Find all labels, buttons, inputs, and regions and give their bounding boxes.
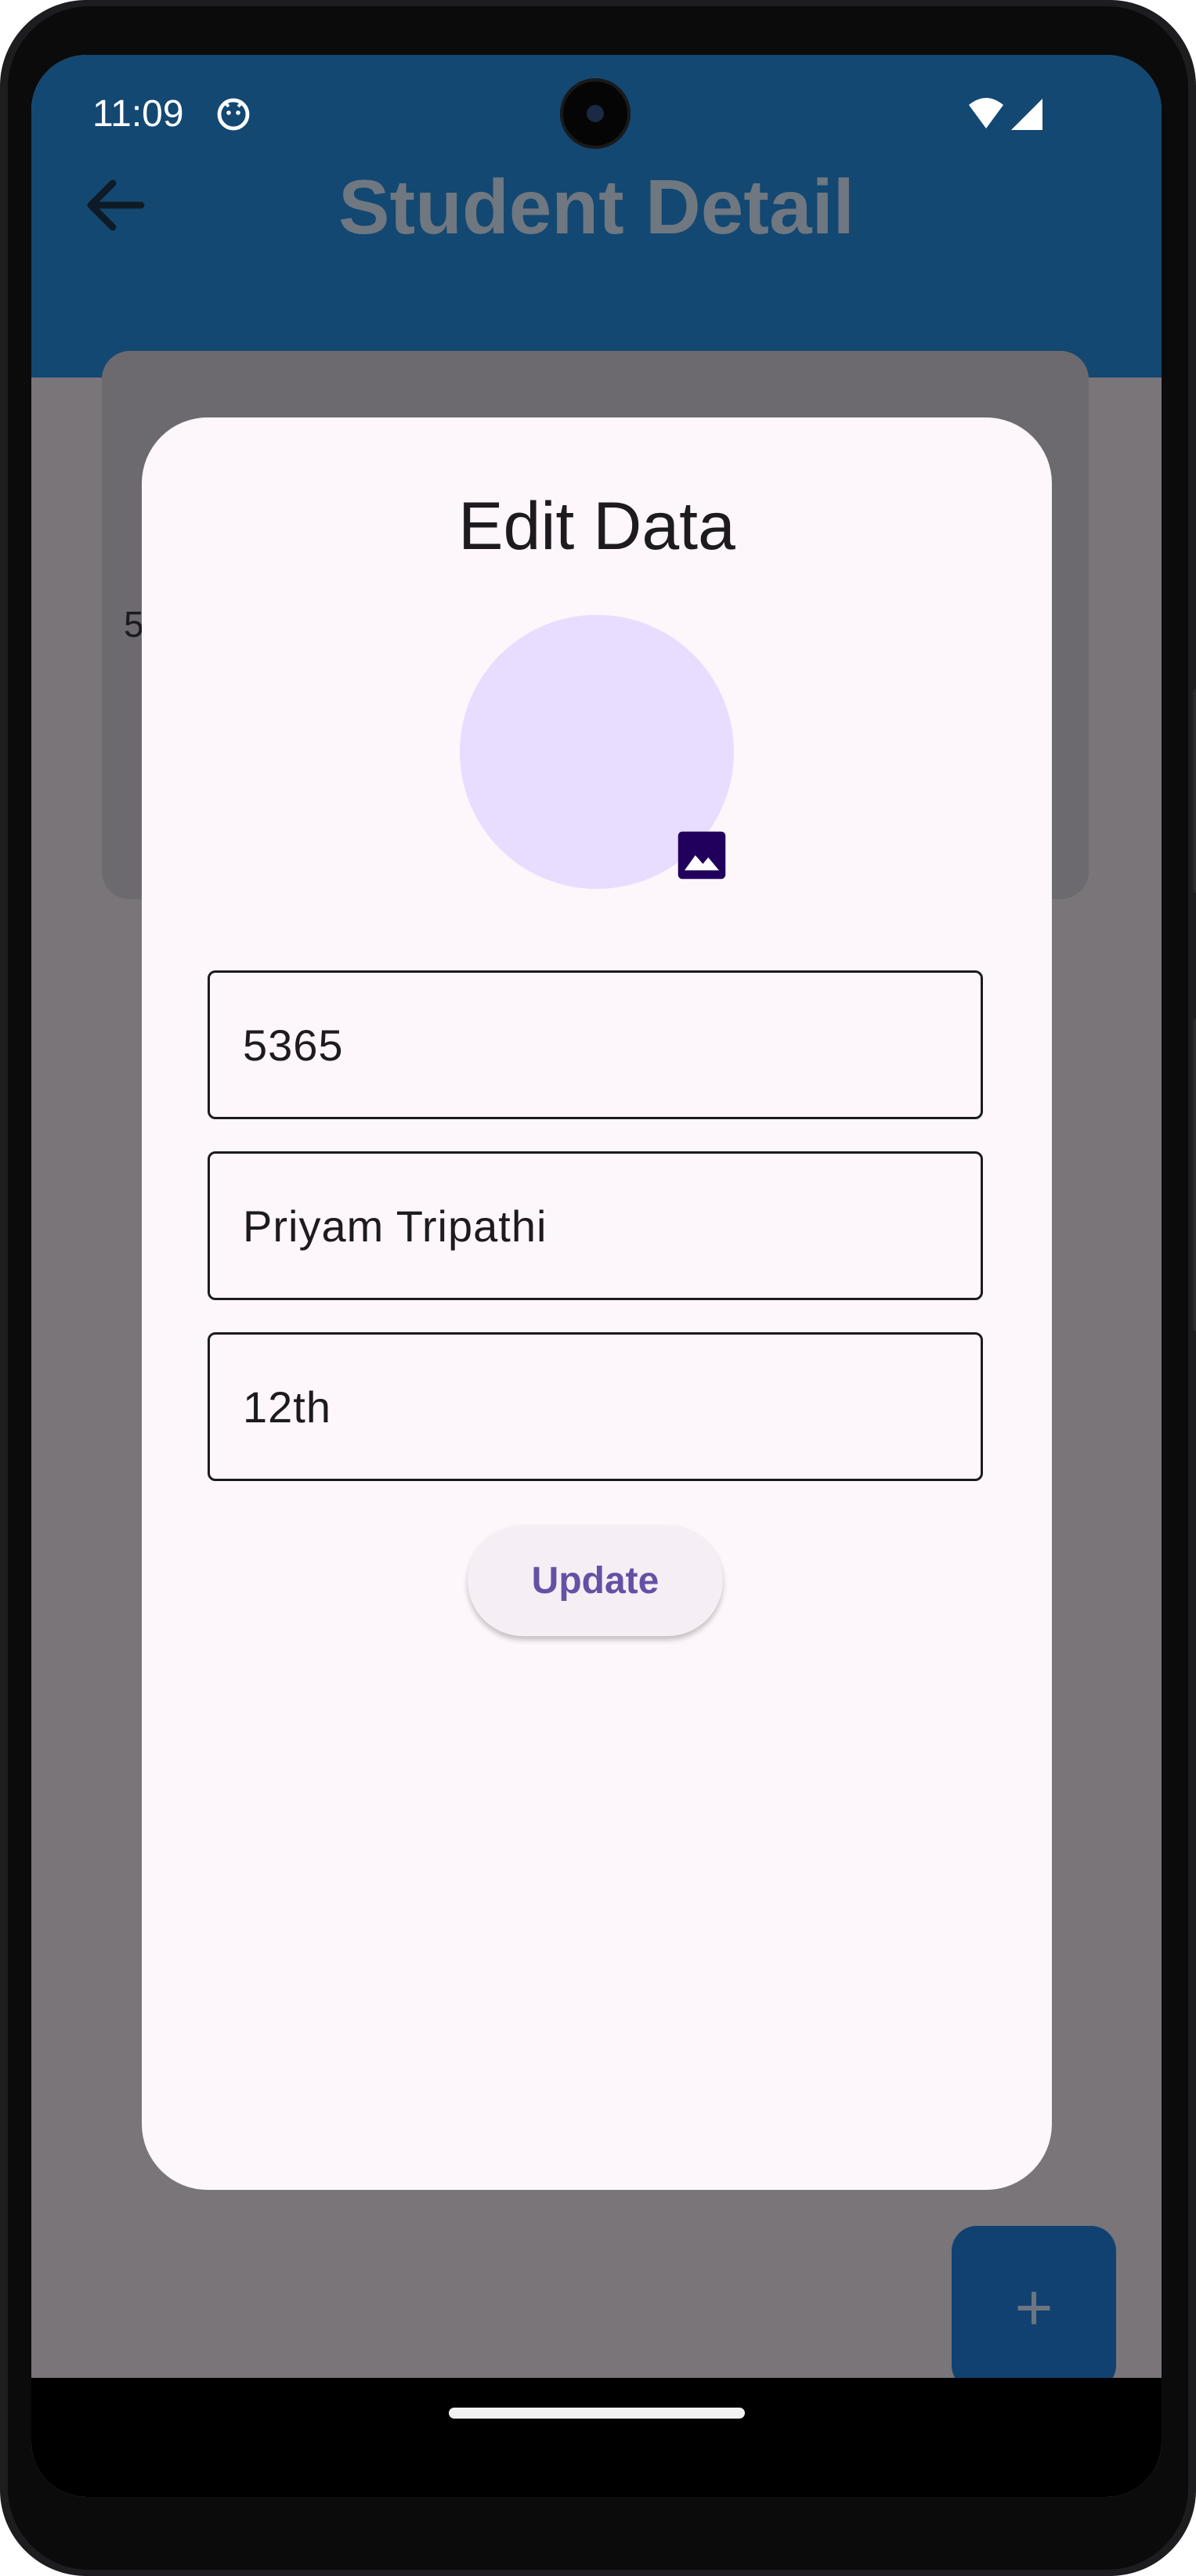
face-notification-icon (217, 98, 250, 131)
student-class-field[interactable] (208, 1332, 983, 1481)
app-bar: Student Detail (31, 164, 1162, 378)
wifi-icon (969, 98, 1003, 128)
cell-signal-icon (1011, 99, 1042, 130)
image-icon[interactable] (676, 829, 728, 881)
edit-data-dialog: Edit Data Update (142, 417, 1052, 2190)
update-button[interactable]: Update (468, 1525, 723, 1636)
home-gesture-handle[interactable] (449, 2408, 745, 2419)
student-card-text: 5 (124, 604, 144, 645)
front-camera (560, 78, 631, 149)
screen: 11:09 Student Detail 5 + Edit Data 5365 … (31, 55, 1162, 2497)
student-name-field[interactable] (208, 1151, 983, 1300)
app-title: Student Detail (338, 164, 855, 250)
plus-icon: + (1014, 2271, 1053, 2344)
power-button (1193, 689, 1196, 893)
student-id-field[interactable] (208, 970, 983, 1119)
status-icons (969, 98, 1042, 130)
add-student-button[interactable]: + (952, 2226, 1116, 2390)
volume-button (1193, 1018, 1196, 1331)
navigation-bar (31, 2378, 1162, 2497)
dialog-title: Edit Data (458, 489, 735, 564)
status-bar: 11:09 (31, 55, 1162, 174)
status-time: 11:09 (92, 93, 184, 135)
